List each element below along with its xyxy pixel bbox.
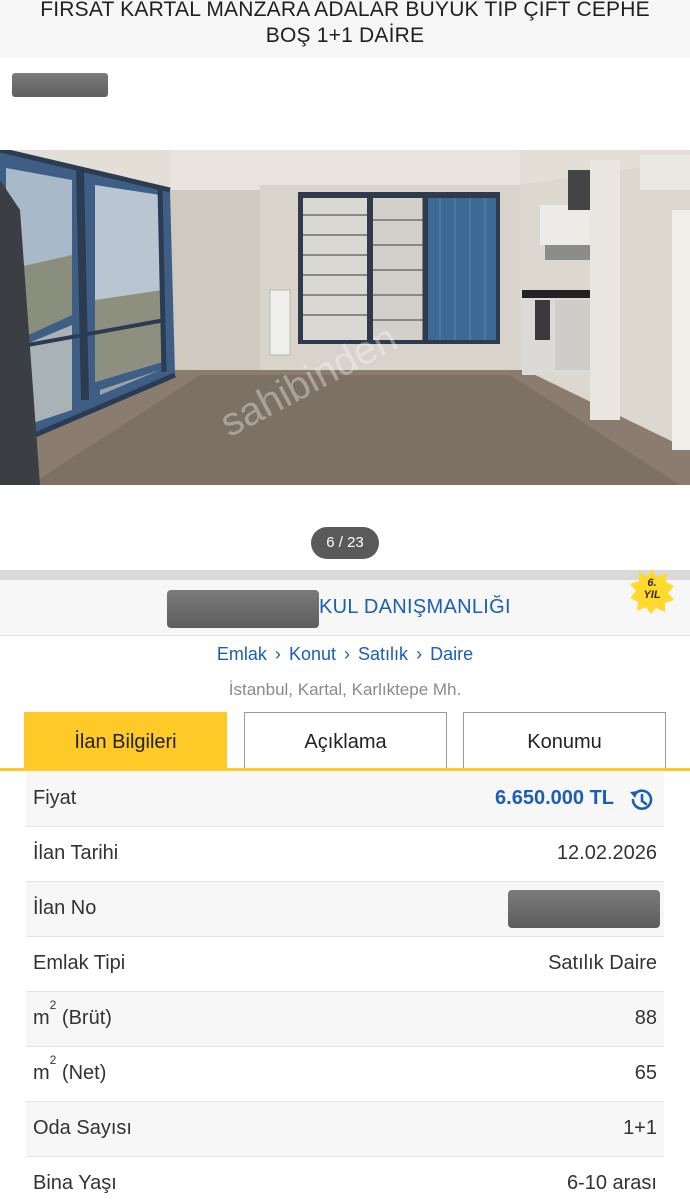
- section-divider: [0, 570, 690, 580]
- breadcrumb: Emlak › Konut › Satılık › Daire: [0, 644, 690, 665]
- details-table: Fiyat 6.650.000 TL İlan Tarihi 12.02.202…: [26, 772, 664, 1200]
- detail-value: 88: [634, 1007, 657, 1029]
- tab-underline: [0, 768, 690, 771]
- detail-row-building-age: Bina Yaşı 6-10 arası: [26, 1157, 664, 1200]
- price-value: 6.650.000 TL: [495, 787, 614, 809]
- breadcrumb-separator: ›: [416, 644, 423, 664]
- detail-value: Satılık Daire: [548, 952, 657, 974]
- detail-row-rooms: Oda Sayısı 1+1: [26, 1102, 664, 1157]
- redacted-logo: [12, 73, 108, 97]
- detail-value: 65: [634, 1062, 657, 1084]
- breadcrumb-separator: ›: [274, 644, 281, 664]
- detail-row-net-area: m2 (Net) 65: [26, 1047, 664, 1102]
- detail-value: 1+1: [623, 1117, 657, 1139]
- store-name[interactable]: KUL DANIŞMANLIĞI: [319, 596, 511, 619]
- history-icon[interactable]: [626, 785, 656, 815]
- detail-key: Bina Yaşı: [33, 1172, 117, 1194]
- breadcrumb-item-daire[interactable]: Daire: [430, 644, 473, 664]
- listing-tabs: İlan Bilgileri Açıklama Konumu: [24, 712, 666, 770]
- breadcrumb-item-satilik[interactable]: Satılık: [358, 644, 408, 664]
- detail-key: Oda Sayısı: [33, 1117, 132, 1139]
- tab-aciklama[interactable]: Açıklama: [244, 712, 447, 770]
- apartment-photo-image: sahibinden: [0, 150, 690, 485]
- detail-key: İlan No: [33, 897, 97, 919]
- photo-counter: 6 / 23: [311, 527, 379, 559]
- tab-konumu[interactable]: Konumu: [463, 712, 666, 770]
- store-row[interactable]: KUL DANIŞMANLIĞI 6. YIL: [0, 569, 690, 636]
- listing-location: İstanbul, Kartal, Karlıktepe Mh.: [228, 680, 462, 699]
- detail-row-listing-no: İlan No: [26, 882, 664, 937]
- detail-row-date: İlan Tarihi 12.02.2026: [26, 827, 664, 882]
- breadcrumb-item-konut[interactable]: Konut: [289, 644, 336, 664]
- detail-key: m2 (Brüt): [33, 998, 112, 1029]
- detail-value: 12.02.2026: [556, 842, 657, 864]
- breadcrumb-separator: ›: [344, 644, 350, 664]
- detail-key: Fiyat: [33, 787, 77, 809]
- detail-value: 6-10 arası: [566, 1172, 657, 1194]
- listing-title: FIRSAT KARTAL MANZARA ADALAR BÜYÜK TİP Ç…: [40, 0, 650, 47]
- redacted-store-name: [167, 590, 319, 628]
- detail-key: İlan Tarihi: [33, 842, 119, 864]
- redacted-listing-number: [508, 890, 660, 928]
- badge-year-label: YIL: [643, 589, 661, 601]
- listing-title-bar: FIRSAT KARTAL MANZARA ADALAR BÜYÜK TİP Ç…: [0, 0, 690, 58]
- tab-ilan-bilgileri[interactable]: İlan Bilgileri: [24, 712, 227, 770]
- starburst-badge-icon: 6. YIL: [629, 568, 675, 614]
- detail-row-gross-area: m2 (Brüt) 88: [26, 992, 664, 1047]
- breadcrumb-item-emlak[interactable]: Emlak: [217, 644, 267, 664]
- detail-row-price: Fiyat 6.650.000 TL: [26, 772, 664, 827]
- detail-key: m2 (Net): [33, 1053, 107, 1084]
- detail-row-property-type: Emlak Tipi Satılık Daire: [26, 937, 664, 992]
- badge-year-number: 6.: [647, 577, 657, 589]
- detail-key: Emlak Tipi: [33, 952, 126, 974]
- listing-photo[interactable]: sahibinden: [0, 150, 690, 485]
